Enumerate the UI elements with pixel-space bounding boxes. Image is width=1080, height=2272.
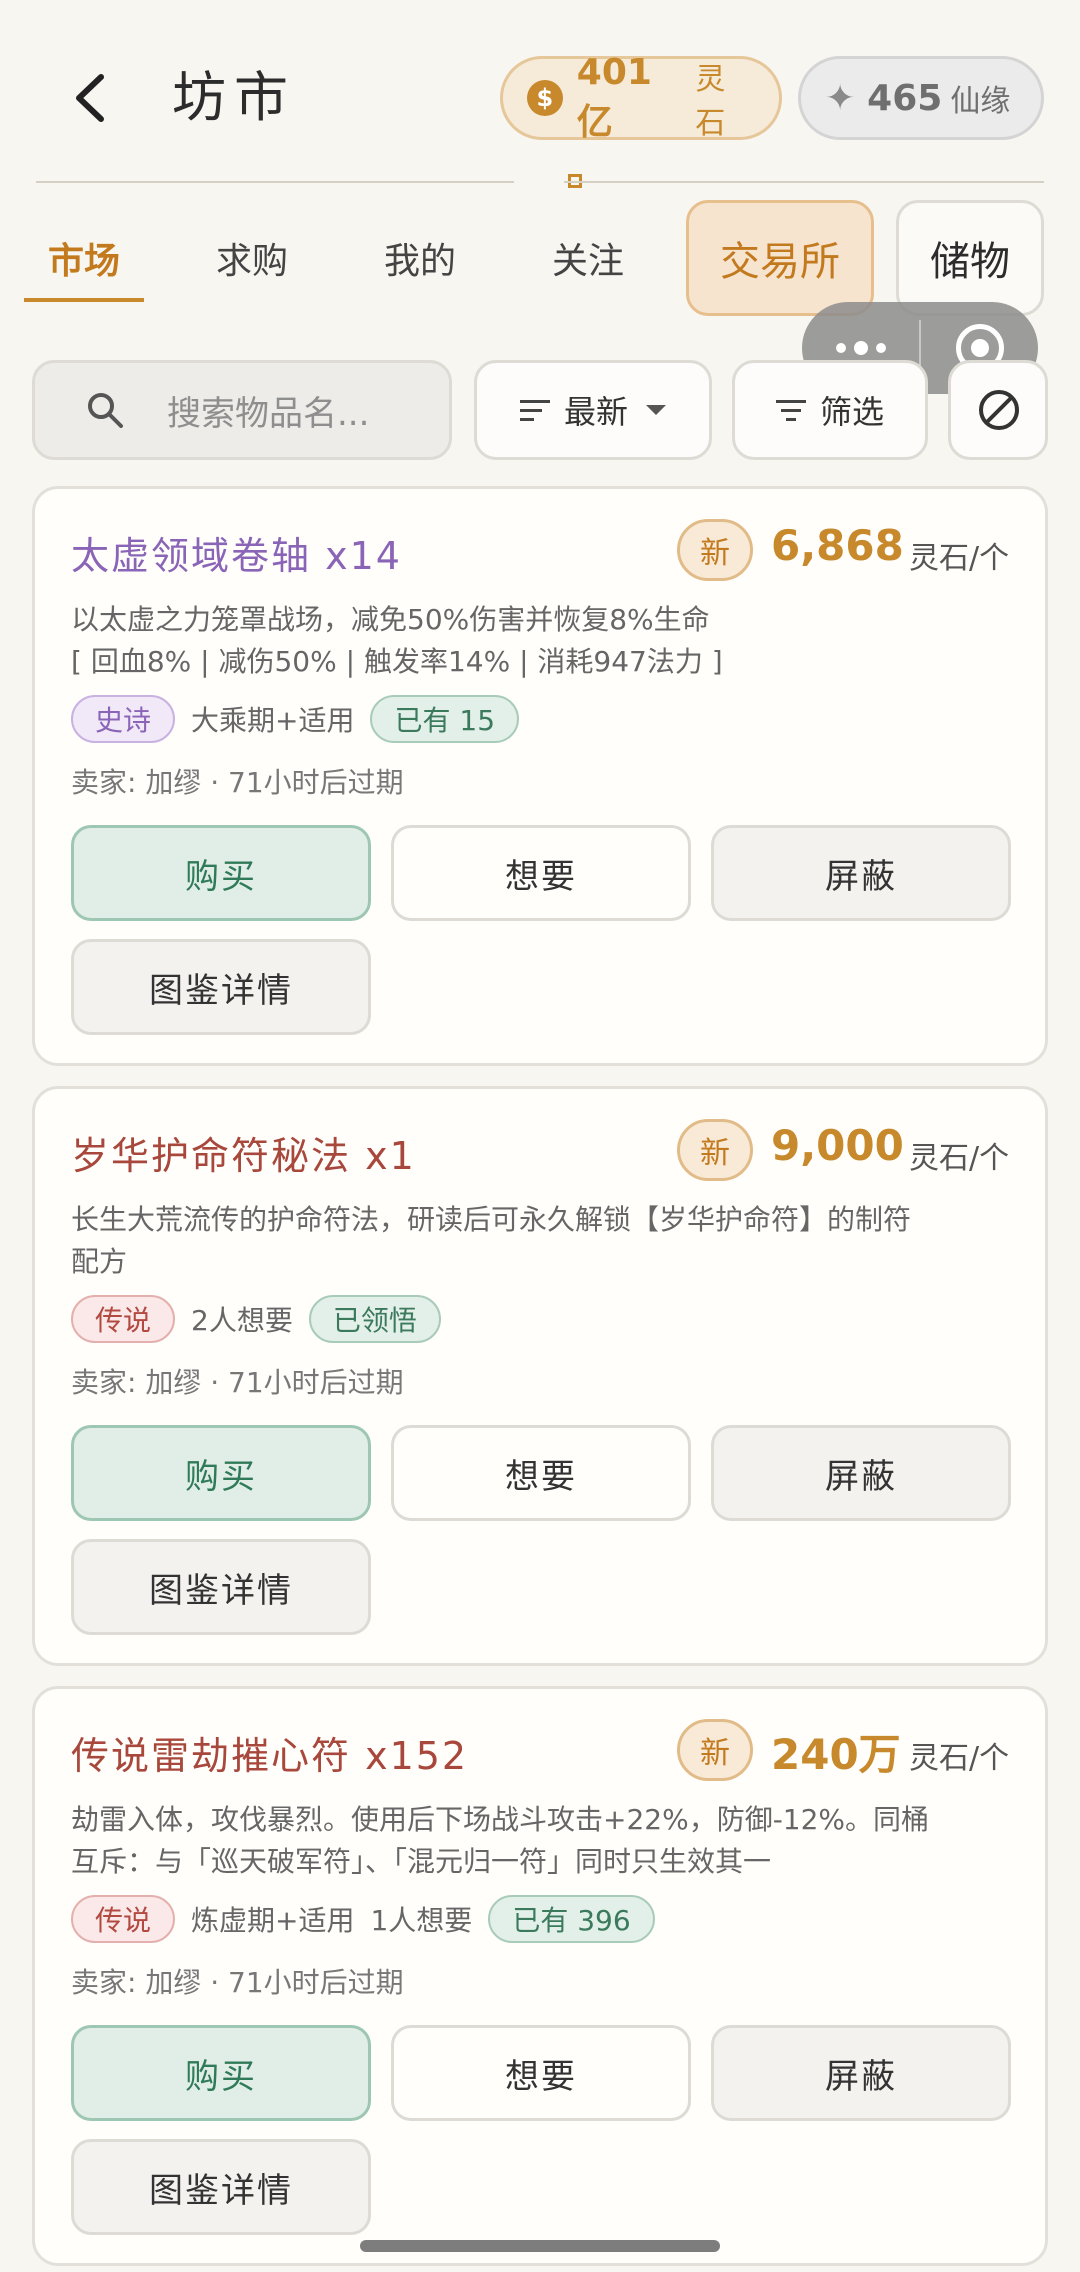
blocked-items-button[interactable] <box>948 360 1048 460</box>
tab-mine[interactable]: 我的 <box>360 200 480 316</box>
filter-label: 筛选 <box>819 393 884 431</box>
seller-info: 卖家: 加缪 · 71小时后过期 <box>71 766 404 799</box>
back-button[interactable] <box>60 60 120 136</box>
filter-icon <box>775 399 806 421</box>
codex-details-button[interactable]: 图鉴详情 <box>71 1539 371 1635</box>
fate-amount: 465 <box>867 77 943 119</box>
want-button[interactable]: 想要 <box>391 825 691 921</box>
new-badge: 新 <box>677 1719 753 1781</box>
codex-details-button[interactable]: 图鉴详情 <box>71 939 371 1035</box>
more-dots-icon <box>835 341 886 355</box>
price-unit: 灵石/个 <box>909 541 1010 576</box>
owned-count-badge: 已有 396 <box>488 1895 655 1943</box>
codex-details-button[interactable]: 图鉴详情 <box>71 2139 371 2235</box>
sort-icon <box>519 399 550 421</box>
tab-market[interactable]: 市场 <box>24 200 144 316</box>
dropdown-caret-icon <box>646 405 666 415</box>
listing-card: 太虚领域卷轴 x14 新 6,868 灵石/个 以太虚之力笼罩战场，减免50%伤… <box>32 486 1048 1066</box>
item-price: 6,868 <box>771 521 904 570</box>
item-price: 240万 <box>771 1730 901 1779</box>
home-indicator <box>360 2240 720 2252</box>
sparkle-icon: ✦ <box>825 77 856 119</box>
want-button[interactable]: 想要 <box>391 1425 691 1521</box>
block-button[interactable]: 屏蔽 <box>711 2025 1011 2121</box>
header-divider <box>36 174 1044 188</box>
item-title: 太虚领域卷轴 x14 <box>71 534 402 578</box>
tab-purchase-request[interactable]: 求购 <box>192 200 312 316</box>
new-badge: 新 <box>677 1119 753 1181</box>
want-count: 1人想要 <box>370 1904 473 1937</box>
spirit-stone-balance[interactable]: $ 401亿 灵石 <box>500 52 782 143</box>
tag-row: 传说 炼虚期+适用 1人想要 已有 396 <box>71 1895 655 1943</box>
price-unit: 灵石/个 <box>909 1141 1010 1176</box>
listing-card: 传说雷劫摧心符 x152 新 240万 灵石/个 劫雷入体，攻伐暴烈。使用后下场… <box>32 1686 1048 2266</box>
want-count: 2人想要 <box>191 1304 293 1337</box>
realm-requirement: 炼虚期+适用 <box>191 1904 355 1937</box>
realm-requirement: 大乘期+适用 <box>191 704 355 737</box>
item-description: 以太虚之力笼罩战场，减免50%伤害并恢复8%生命 [ 回血8% | 减伤50% … <box>71 603 723 678</box>
coin-icon: $ <box>527 80 563 116</box>
seller-info: 卖家: 加缪 · 71小时后过期 <box>71 1366 404 1399</box>
chevron-left-icon <box>76 74 104 122</box>
search-icon <box>88 393 123 428</box>
item-price: 9,000 <box>771 1121 904 1170</box>
search-placeholder: 搜索物品名... <box>167 393 370 434</box>
spirit-stone-unit: 灵石 <box>695 62 726 141</box>
filter-button[interactable]: 筛选 <box>732 360 928 460</box>
header: 坊市 $ 401亿 灵石 ✦ 465 仙缘 <box>0 0 1080 180</box>
sort-dropdown[interactable]: 最新 <box>474 360 712 460</box>
block-icon <box>979 390 1019 430</box>
fate-balance[interactable]: ✦ 465 仙缘 <box>798 56 1044 140</box>
buy-button[interactable]: 购买 <box>71 1425 371 1521</box>
sort-label: 最新 <box>563 393 628 431</box>
block-button[interactable]: 屏蔽 <box>711 825 1011 921</box>
tab-storage[interactable]: 储物 <box>896 200 1044 316</box>
want-button[interactable]: 想要 <box>391 2025 691 2121</box>
fate-unit: 仙缘 <box>950 84 1011 119</box>
item-title: 岁华护命符秘法 x1 <box>71 1134 416 1178</box>
new-badge: 新 <box>677 519 753 581</box>
block-button[interactable]: 屏蔽 <box>711 1425 1011 1521</box>
item-description: 劫雷入体，攻伐暴烈。使用后下场战斗攻击+22%，防御-12%。同桶 互斥：与「巡… <box>71 1803 930 1878</box>
spirit-stone-amount: 401亿 <box>576 51 652 143</box>
buy-button[interactable]: 购买 <box>71 825 371 921</box>
price-unit: 灵石/个 <box>909 1741 1010 1776</box>
tab-exchange[interactable]: 交易所 <box>686 200 874 316</box>
rarity-tag: 传说 <box>71 1895 176 1943</box>
search-input[interactable]: 搜索物品名... <box>32 360 452 460</box>
buy-button[interactable]: 购买 <box>71 2025 371 2121</box>
item-title: 传说雷劫摧心符 x152 <box>71 1734 469 1778</box>
learned-badge: 已领悟 <box>308 1295 441 1343</box>
tag-row: 传说 2人想要 已领悟 <box>71 1295 441 1343</box>
page-title: 坊市 <box>172 66 296 129</box>
rarity-tag: 传说 <box>71 1295 176 1343</box>
tab-follow[interactable]: 关注 <box>528 200 648 316</box>
rarity-tag: 史诗 <box>71 695 176 743</box>
item-description: 长生大荒流传的护命符法，研读后可永久解锁【岁华护命符】的制符 配方 <box>71 1203 912 1278</box>
tag-row: 史诗 大乘期+适用 已有 15 <box>71 695 520 743</box>
listing-card: 岁华护命符秘法 x1 新 9,000 灵石/个 长生大荒流传的护命符法，研读后可… <box>32 1086 1048 1666</box>
seller-info: 卖家: 加缪 · 71小时后过期 <box>71 1966 404 1999</box>
owned-count-badge: 已有 15 <box>370 695 520 743</box>
